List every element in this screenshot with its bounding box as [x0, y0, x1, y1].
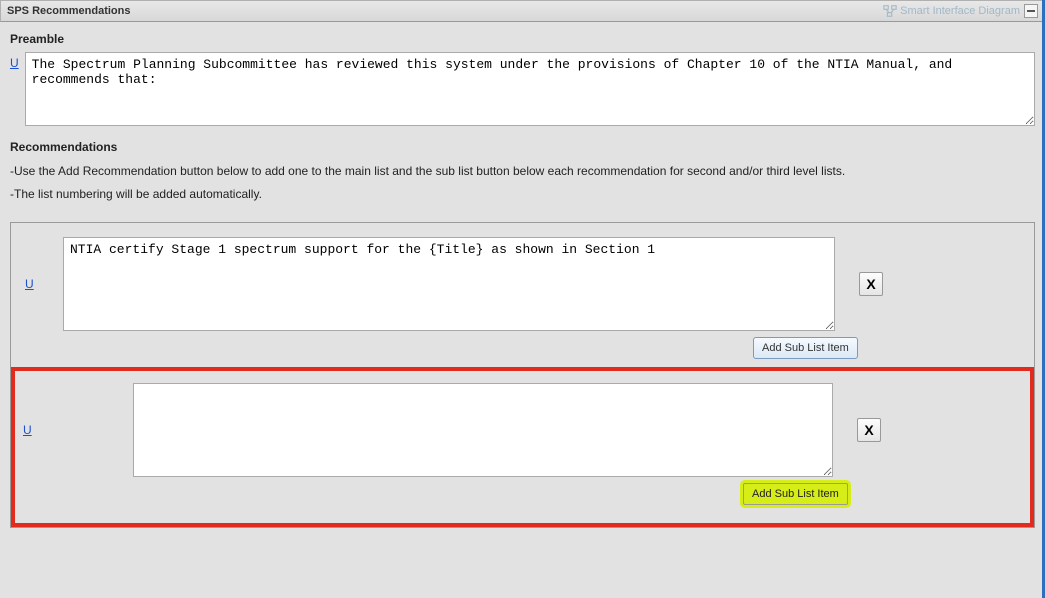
preamble-textarea[interactable]: [25, 52, 1035, 126]
recommendation-textarea[interactable]: [133, 383, 833, 477]
button-row: Add Sub List Item: [25, 337, 1020, 359]
button-row: Add Sub List Item: [29, 483, 1016, 505]
highlighted-recommendation: U X Add Sub List Item: [11, 367, 1034, 527]
delete-button[interactable]: X: [857, 418, 881, 442]
delete-button[interactable]: X: [859, 272, 883, 296]
panel-title: SPS Recommendations: [7, 5, 130, 17]
collapse-icon[interactable]: [1024, 4, 1038, 18]
header-actions: Smart Interface Diagram: [883, 4, 1038, 18]
recommendation-item: U X Add Sub List Item: [11, 223, 1034, 369]
app-wrapper: SPS Recommendations Smart Interface Diag…: [0, 0, 1045, 598]
close-icon: X: [866, 276, 875, 292]
add-sub-list-button[interactable]: Add Sub List Item: [753, 337, 858, 359]
preamble-row: U: [10, 52, 1035, 126]
close-icon: X: [864, 422, 873, 438]
preamble-heading: Preamble: [10, 32, 1035, 46]
add-sub-list-button-highlighted[interactable]: Add Sub List Item: [743, 483, 848, 505]
recommendations-container: U X Add Sub List Item U X: [10, 222, 1035, 528]
smart-interface-link[interactable]: Smart Interface Diagram: [883, 4, 1020, 18]
panel-header: SPS Recommendations Smart Interface Diag…: [0, 0, 1045, 22]
recommendation-row: U X: [29, 383, 1016, 477]
recommendations-heading: Recommendations: [10, 140, 1035, 154]
diagram-icon: [883, 4, 897, 18]
panel-body: Preamble U Recommendations -Use the Add …: [0, 22, 1045, 538]
smart-interface-label: Smart Interface Diagram: [900, 5, 1020, 17]
instruction-line-2: -The list numbering will be added automa…: [10, 183, 1035, 206]
preamble-u-link[interactable]: U: [10, 52, 19, 70]
rec-u-link[interactable]: U: [23, 423, 41, 437]
recommendation-textarea[interactable]: [63, 237, 835, 331]
rec-u-link[interactable]: U: [25, 277, 43, 291]
instruction-line-1: -Use the Add Recommendation button below…: [10, 160, 1035, 183]
recommendations-instructions: -Use the Add Recommendation button below…: [10, 160, 1035, 206]
recommendation-row: U X: [25, 237, 1020, 331]
